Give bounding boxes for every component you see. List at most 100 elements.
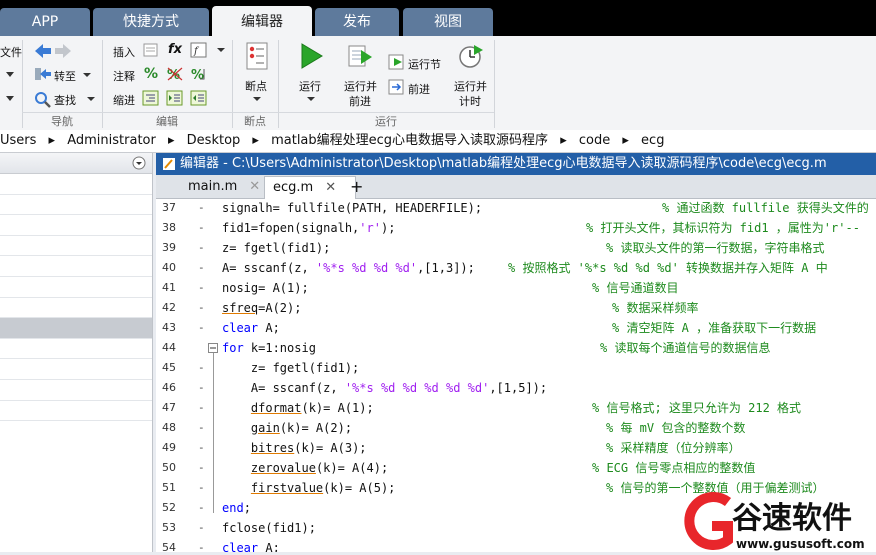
tab-publish[interactable]: 发布 <box>315 8 399 36</box>
increase-indent-icon[interactable] <box>166 90 184 106</box>
list-item[interactable] <box>0 256 152 277</box>
code-line[interactable]: 45 - z= fgetl(fid1); <box>156 358 876 378</box>
decrease-indent-icon[interactable] <box>190 90 208 106</box>
line-number[interactable]: 49 <box>156 438 176 458</box>
advance-icon[interactable] <box>388 79 406 95</box>
code-line[interactable]: 50 - zerovalue(k)= A(4); % ECG 信号零点相应的整数值 <box>156 458 876 478</box>
insert-label[interactable]: 插入 <box>113 44 135 60</box>
list-item-selected[interactable] <box>0 318 152 339</box>
close-icon[interactable]: ✕ <box>325 180 336 195</box>
tab-view[interactable]: 视图 <box>403 8 493 36</box>
breakpoint-marker[interactable]: - <box>198 278 205 298</box>
list-item[interactable] <box>0 195 152 216</box>
breakpoint-marker[interactable]: - <box>198 298 205 318</box>
line-number[interactable]: 45 <box>156 358 176 378</box>
comment-label[interactable]: 注释 <box>113 68 135 84</box>
breakpoint-marker[interactable]: - <box>198 478 205 498</box>
run-label[interactable]: 运行 <box>299 78 321 94</box>
tab-app[interactable]: APP <box>0 8 90 36</box>
run-section-icon[interactable] <box>388 54 406 70</box>
run-and-time-icon[interactable] <box>458 42 484 70</box>
breakpoint-marker[interactable]: - <box>198 238 205 258</box>
line-number[interactable]: 42 <box>156 298 176 318</box>
list-item[interactable] <box>0 359 152 380</box>
file-tab-main[interactable]: main.m ✕ <box>180 176 270 198</box>
line-number[interactable]: 47 <box>156 398 176 418</box>
tab-shortcuts[interactable]: 快捷方式 <box>93 8 209 36</box>
smart-indent-icon[interactable] <box>142 90 160 106</box>
find-label[interactable]: 查找 <box>54 92 76 108</box>
chevron-down-icon[interactable] <box>306 96 316 102</box>
wrap-comments-icon[interactable]: % <box>190 66 208 82</box>
code-line[interactable]: 41 - nosig= A(1); % 信号通道数目 <box>156 278 876 298</box>
function-browser-icon[interactable]: f <box>190 42 208 58</box>
comment-percent-button[interactable]: % <box>144 66 158 82</box>
list-item[interactable] <box>0 174 152 195</box>
line-number[interactable]: 39 <box>156 238 176 258</box>
list-item[interactable] <box>0 339 152 360</box>
indent-label[interactable]: 缩进 <box>113 92 135 108</box>
breakpoints-label[interactable]: 断点 <box>245 78 267 94</box>
breakpoint-marker[interactable]: - <box>198 418 205 438</box>
file-label[interactable]: 文件 <box>0 44 22 60</box>
list-item[interactable] <box>0 401 152 422</box>
close-icon[interactable]: ✕ <box>249 179 260 194</box>
add-tab-button[interactable]: + <box>346 176 370 198</box>
search-icon[interactable] <box>34 91 52 109</box>
chevron-down-icon[interactable] <box>216 47 226 53</box>
breakpoint-marker[interactable]: - <box>198 378 205 398</box>
breadcrumb-administrator[interactable]: Administrator <box>67 130 156 152</box>
go-to-label[interactable]: 转至 <box>54 68 76 84</box>
line-number[interactable]: 53 <box>156 518 176 538</box>
line-number[interactable]: 37 <box>156 198 176 218</box>
code-line[interactable]: 43 - clear A; % 清空矩阵 A ，准备获取下一行数据 <box>156 318 876 338</box>
code-line[interactable]: 44 for k=1:nosig % 读取每个通道信号的数据信息 <box>156 338 876 358</box>
breakpoint-marker[interactable]: - <box>198 258 205 278</box>
code-line[interactable]: 38 - fid1=fopen(signalh,'r'); % 打开头文件，其标识符为… <box>156 218 876 238</box>
run-time-label-1[interactable]: 运行并 <box>454 78 487 94</box>
code-line[interactable]: 46 - A= sscanf(z, '%*s %d %d %d %d %d',[1… <box>156 378 876 398</box>
code-line[interactable]: 47 - dformat(k)= A(1); % 信号格式; 这里只允许为 212 … <box>156 398 876 418</box>
line-number[interactable]: 50 <box>156 458 176 478</box>
line-number[interactable]: 52 <box>156 498 176 518</box>
code-line[interactable]: 49 - bitres(k)= A(3); % 采样精度（位分辨率） <box>156 438 876 458</box>
run-advance-label-2[interactable]: 前进 <box>349 93 371 109</box>
breadcrumb-users[interactable]: Users <box>0 130 36 152</box>
line-number[interactable]: 54 <box>156 538 176 552</box>
uncomment-icon[interactable]: % <box>166 66 184 82</box>
code-line[interactable]: 40 - A= sscanf(z, '%*s %d %d %d',[1,3]); % … <box>156 258 876 278</box>
code-line[interactable]: 48 - gain(k)= A(2); % 每 mV 包含的整数个数 <box>156 418 876 438</box>
panel-menu-icon[interactable] <box>132 156 146 170</box>
breadcrumb-code[interactable]: code <box>579 130 610 152</box>
breakpoint-marker[interactable]: - <box>198 438 205 458</box>
chevron-down-icon[interactable] <box>82 72 92 78</box>
dropdown-arrows-icon[interactable] <box>4 68 16 108</box>
breadcrumb-desktop[interactable]: Desktop <box>187 130 241 152</box>
list-item[interactable] <box>0 380 152 401</box>
code-line[interactable]: 39 - z= fgetl(fid1); % 读取头文件的第一行数据，字符串格式 <box>156 238 876 258</box>
line-number[interactable]: 44 <box>156 338 176 358</box>
tab-editor[interactable]: 编辑器 <box>212 6 312 36</box>
line-number[interactable]: 38 <box>156 218 176 238</box>
list-item[interactable] <box>0 236 152 257</box>
breakpoints-icon[interactable] <box>244 42 270 70</box>
run-advance-label-1[interactable]: 运行并 <box>344 78 377 94</box>
list-item[interactable] <box>0 215 152 236</box>
code-line[interactable]: 37 - signalh= fullfile(PATH, HEADERFILE);%… <box>156 198 876 218</box>
run-section-label[interactable]: 运行节 <box>408 56 441 72</box>
breakpoint-marker[interactable]: - <box>198 398 205 418</box>
line-number[interactable]: 51 <box>156 478 176 498</box>
breakpoint-marker[interactable]: - <box>198 518 205 538</box>
breadcrumb-ecg[interactable]: ecg <box>641 130 664 152</box>
advance-label[interactable]: 前进 <box>408 81 430 97</box>
list-item[interactable] <box>0 298 152 319</box>
back-forward-icon[interactable] <box>33 42 73 60</box>
breakpoint-marker[interactable]: - <box>198 318 205 338</box>
breakpoint-marker[interactable]: - <box>198 218 205 238</box>
breakpoint-marker[interactable]: - <box>198 538 205 552</box>
line-number[interactable]: 43 <box>156 318 176 338</box>
chevron-down-icon[interactable] <box>86 96 96 102</box>
fold-icon[interactable] <box>208 343 218 353</box>
line-number[interactable]: 48 <box>156 418 176 438</box>
code-line[interactable]: 42 - sfreq=A(2); % 数据采样频率 <box>156 298 876 318</box>
